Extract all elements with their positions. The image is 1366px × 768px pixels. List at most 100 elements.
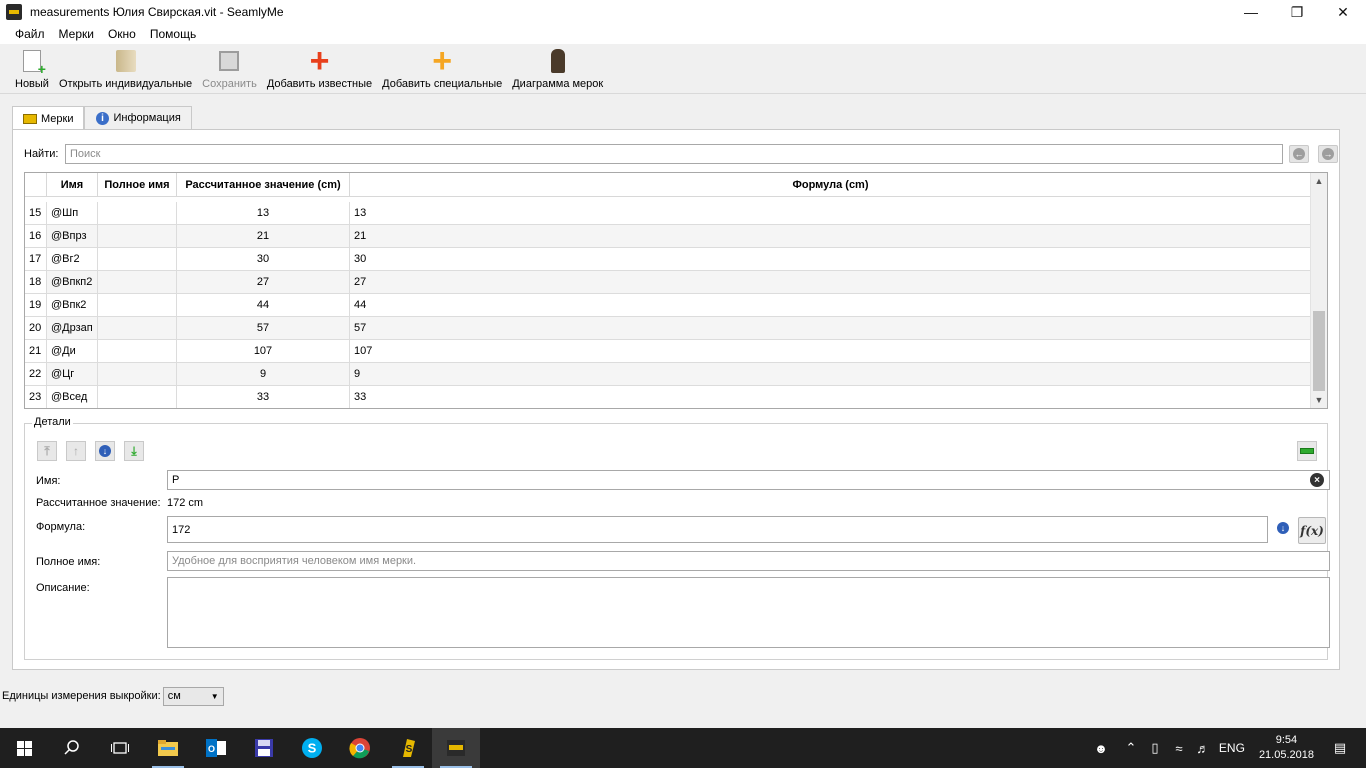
measurements-table: Имя Полное имя Рассчитанное значение (cm… [24, 172, 1328, 409]
move-top-icon: ⤒ [44, 443, 50, 458]
scroll-down-icon[interactable]: ▼ [1311, 392, 1327, 408]
expand-formula-icon[interactable]: ↓ [1277, 522, 1289, 534]
formula-input[interactable] [167, 516, 1268, 543]
minimize-button[interactable]: — [1228, 0, 1274, 24]
table-row[interactable]: 22 @Цг 9 9 [25, 363, 1311, 386]
move-up-button[interactable]: ↑ [66, 441, 86, 461]
add-known-plus-icon: + [309, 42, 330, 80]
table-row[interactable]: 15 @Шп 13 13 [25, 202, 1311, 225]
full-name-input[interactable] [167, 551, 1330, 571]
battery-icon[interactable]: ▯ [1143, 740, 1167, 756]
taskbar-explorer[interactable] [144, 728, 192, 768]
system-tray: ☻ ⌃ ▯ ≈ ♬ ENG 9:54 21.05.2018 ▤ [1089, 728, 1366, 768]
scroll-up-icon[interactable]: ▲ [1311, 173, 1327, 189]
menu-measurements[interactable]: Мерки [52, 27, 101, 41]
clear-icon[interactable]: × [1310, 473, 1324, 487]
start-button[interactable] [0, 728, 48, 768]
move-bottom-button[interactable]: ⤓ [124, 441, 144, 461]
menu-help[interactable]: Помощь [143, 27, 203, 41]
find-previous-button[interactable]: ← [1289, 145, 1309, 163]
cell-name: @Дрзап [47, 317, 98, 339]
remove-measurement-button[interactable] [1297, 441, 1317, 461]
cell-formula: 107 [354, 345, 373, 357]
header-corner [25, 173, 47, 196]
save-disk-icon [219, 51, 240, 71]
cell-formula: 44 [354, 299, 367, 311]
measurement-diagram-button[interactable]: Диаграмма мерок [507, 44, 608, 92]
cell-formula: 9 [354, 368, 361, 380]
cell-name: @Цг [47, 363, 98, 385]
menu-window[interactable]: Окно [101, 27, 143, 41]
table-row[interactable]: 18 @Впкп2 27 27 [25, 271, 1311, 294]
add-custom-button[interactable]: + Добавить специальные [377, 44, 507, 92]
header-full-name[interactable]: Полное имя [98, 173, 177, 196]
pattern-units-label: Единицы измерения выкройки: [2, 690, 161, 702]
skype-icon: S [302, 738, 322, 758]
description-label: Описание: [36, 582, 90, 594]
cell-full-name [98, 386, 177, 408]
svg-text:S: S [406, 744, 413, 755]
volume-icon[interactable]: ♬ [1191, 741, 1215, 756]
save-button[interactable]: Сохранить [197, 44, 262, 92]
notifications-icon[interactable]: ▤ [1328, 740, 1352, 756]
table-scrollbar[interactable]: ▲ ▼ [1310, 173, 1327, 408]
table-row[interactable]: 16 @Впрз 21 21 [25, 225, 1311, 248]
row-number: 20 [25, 317, 47, 339]
row-number: 19 [25, 294, 47, 316]
move-down-button[interactable]: ↓ [95, 441, 115, 461]
open-individual-button[interactable]: Открыть индивидуальные [54, 44, 197, 92]
chrome-icon [349, 738, 370, 759]
search-input[interactable] [65, 144, 1283, 164]
open-folder-icon [115, 50, 136, 72]
arrow-up-icon: ↑ [73, 444, 79, 458]
formula-wizard-button[interactable]: f(x) [1298, 517, 1326, 544]
table-row[interactable]: 21 @Ди 107 107 [25, 340, 1311, 363]
taskbar-seamly2d[interactable]: S [384, 728, 432, 768]
menu-file[interactable]: Файл [8, 27, 52, 41]
table-row[interactable]: 23 @Всед 33 33 [25, 386, 1311, 408]
maximize-button[interactable]: ❐ [1274, 0, 1320, 24]
details-title: Детали [32, 416, 73, 428]
svg-text:O: O [208, 744, 215, 754]
header-name[interactable]: Имя [47, 173, 98, 196]
pattern-units-select[interactable]: см ▼ [162, 686, 224, 706]
search-button[interactable] [48, 728, 96, 768]
header-calculated[interactable]: Рассчитанное значение (cm) [177, 173, 350, 196]
details-group: Детали ⤒ ↑ ↓ ⤓ Имя: × Рассчитанное значе… [24, 416, 1330, 660]
description-textarea[interactable] [167, 577, 1330, 648]
close-button[interactable]: ✕ [1320, 0, 1366, 24]
new-button[interactable]: Новый [10, 44, 54, 92]
arrow-right-icon: → [1322, 148, 1334, 160]
file-explorer-icon [158, 740, 178, 756]
taskbar-outlook[interactable]: O [192, 728, 240, 768]
cell-calculated: 21 [177, 225, 350, 247]
cell-full-name [98, 202, 177, 224]
wifi-icon[interactable]: ≈ [1167, 741, 1191, 756]
table-row[interactable]: 19 @Впк2 44 44 [25, 294, 1311, 317]
find-next-button[interactable]: → [1318, 145, 1338, 163]
cell-name: @Вг2 [47, 248, 98, 270]
header-formula[interactable]: Формула (cm) [350, 173, 1311, 196]
chevron-up-icon[interactable]: ⌃ [1119, 740, 1143, 756]
add-custom-plus-icon: + [432, 42, 453, 80]
add-known-button[interactable]: + Добавить известные [262, 44, 377, 92]
table-row[interactable]: 17 @Вг2 30 30 [25, 248, 1311, 271]
tab-information[interactable]: i Информация [84, 106, 192, 129]
language-indicator[interactable]: ENG [1219, 741, 1245, 755]
task-view-button[interactable] [96, 728, 144, 768]
tab-measurements[interactable]: Мерки [12, 106, 85, 130]
cell-calculated: 107 [177, 340, 350, 362]
name-input[interactable] [167, 470, 1330, 490]
move-top-button[interactable]: ⤒ [37, 441, 57, 461]
taskbar-skype[interactable]: S [288, 728, 336, 768]
taskbar-save-app[interactable] [240, 728, 288, 768]
taskbar-seamlyme[interactable] [432, 728, 480, 768]
table-row[interactable]: 20 @Дрзап 57 57 [25, 317, 1311, 340]
seamlyme-app-icon [6, 4, 22, 20]
clock[interactable]: 9:54 21.05.2018 [1259, 733, 1314, 763]
people-icon[interactable]: ☻ [1089, 741, 1113, 756]
taskbar-chrome[interactable] [336, 728, 384, 768]
outlook-icon: O [206, 739, 226, 757]
name-label: Имя: [36, 475, 61, 487]
scroll-thumb[interactable] [1313, 311, 1325, 391]
